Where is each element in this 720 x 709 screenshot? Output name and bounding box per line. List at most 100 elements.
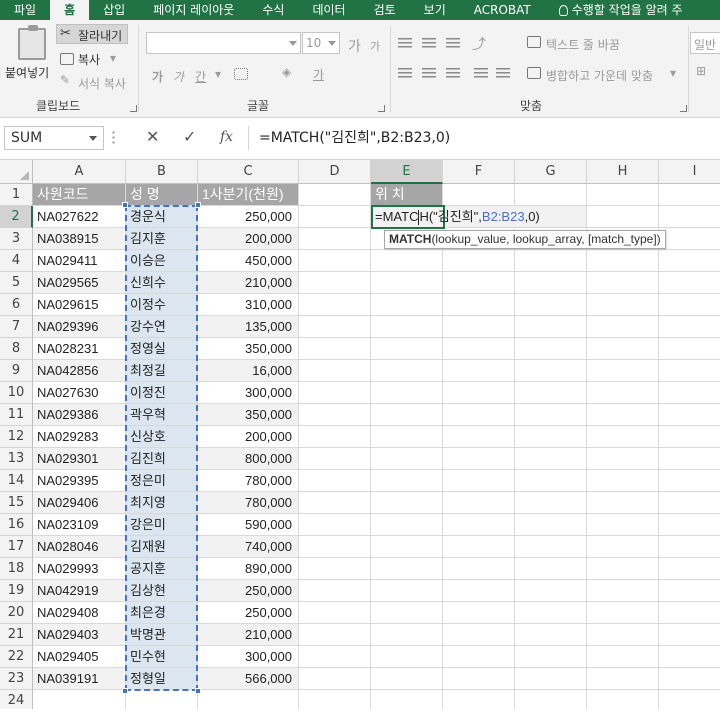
sales-cell[interactable]: 890,000 [198, 558, 299, 580]
sales-cell[interactable]: 350,000 [198, 338, 299, 360]
row-header[interactable]: 11 [0, 404, 33, 426]
grid-cell[interactable] [299, 514, 371, 536]
column-header[interactable]: D [299, 160, 371, 184]
currency-icon[interactable]: ⊞ [696, 64, 706, 78]
grid-cell[interactable] [371, 668, 443, 690]
grid-cell[interactable] [659, 294, 720, 316]
grid-cell[interactable] [299, 668, 371, 690]
grid-cell[interactable] [587, 316, 659, 338]
grid-cell[interactable] [443, 404, 515, 426]
grid-cell[interactable] [443, 580, 515, 602]
grid-cell[interactable] [443, 690, 515, 709]
grid-cell[interactable] [443, 272, 515, 294]
grid-cell[interactable] [587, 360, 659, 382]
grid-cell[interactable] [587, 514, 659, 536]
grid-cell[interactable] [443, 646, 515, 668]
menu-tab[interactable]: 홈 [50, 0, 90, 20]
grid-cell[interactable] [587, 184, 659, 206]
grid-cell[interactable] [443, 294, 515, 316]
row-header[interactable]: 24 [0, 690, 33, 709]
menu-tab[interactable]: ACROBAT [460, 0, 545, 20]
column-header[interactable]: I [659, 160, 720, 184]
row-header[interactable]: 4 [0, 250, 33, 272]
formula-input[interactable]: =MATCH("김진희",B2:B23,0) [248, 126, 720, 150]
range-handle[interactable] [195, 202, 201, 208]
grid-cell[interactable] [659, 448, 720, 470]
column-header[interactable]: C [198, 160, 299, 184]
grid-cell[interactable] [443, 624, 515, 646]
sales-cell[interactable]: 210,000 [198, 624, 299, 646]
grid-cell[interactable] [587, 624, 659, 646]
row-header[interactable]: 1 [0, 184, 33, 206]
grid-cell[interactable] [659, 536, 720, 558]
grid-cell[interactable] [443, 492, 515, 514]
grid-cell[interactable] [587, 668, 659, 690]
row-header[interactable]: 7 [0, 316, 33, 338]
employee-code-cell[interactable]: NA029386 [33, 404, 126, 426]
grid-cell[interactable] [659, 272, 720, 294]
grid-cell[interactable] [299, 558, 371, 580]
row-header[interactable]: 16 [0, 514, 33, 536]
menu-tab[interactable]: 보기 [410, 0, 460, 20]
grid-cell[interactable] [371, 624, 443, 646]
grid-cell[interactable] [659, 316, 720, 338]
grid-cell[interactable] [371, 360, 443, 382]
grid-cell[interactable] [515, 404, 587, 426]
grid-cell[interactable] [371, 250, 443, 272]
grid-cell[interactable] [299, 184, 371, 206]
grid-cell[interactable] [371, 580, 443, 602]
sales-cell[interactable]: 780,000 [198, 492, 299, 514]
sales-cell[interactable]: 210,000 [198, 272, 299, 294]
sales-cell[interactable]: 250,000 [198, 206, 299, 228]
sales-cell[interactable]: 350,000 [198, 404, 299, 426]
grid-cell[interactable] [659, 514, 720, 536]
align-bottom-icon[interactable] [446, 38, 460, 49]
menu-tab[interactable]: 파일 [0, 0, 50, 20]
grid-cell[interactable] [659, 360, 720, 382]
employee-code-cell[interactable]: NA027630 [33, 382, 126, 404]
grid-cell[interactable] [587, 294, 659, 316]
insert-function-icon[interactable]: fx [220, 129, 233, 145]
grid-cell[interactable] [299, 360, 371, 382]
employee-code-cell[interactable]: NA042919 [33, 580, 126, 602]
header-cell-name[interactable]: 성 명 [126, 184, 198, 206]
orientation-icon[interactable]: ⤴ [472, 34, 486, 54]
employee-code-cell[interactable]: NA029396 [33, 316, 126, 338]
menu-tab[interactable]: 수식 [248, 0, 298, 20]
grid-cell[interactable] [659, 184, 720, 206]
align-left-icon[interactable] [398, 68, 412, 79]
grid-cell[interactable] [587, 272, 659, 294]
sales-cell[interactable]: 780,000 [198, 470, 299, 492]
sales-cell[interactable]: 200,000 [198, 228, 299, 250]
grid-cell[interactable] [515, 382, 587, 404]
range-handle[interactable] [122, 202, 128, 208]
grid-cell[interactable] [371, 294, 443, 316]
grid-cell[interactable] [299, 404, 371, 426]
grid-cell[interactable] [515, 448, 587, 470]
row-header[interactable]: 15 [0, 492, 33, 514]
borders-icon[interactable] [234, 68, 248, 80]
grid-cell[interactable] [371, 382, 443, 404]
grid-cell[interactable] [659, 602, 720, 624]
column-header[interactable]: A [33, 160, 126, 184]
grid-cell[interactable] [587, 448, 659, 470]
grid-cell[interactable] [515, 426, 587, 448]
sales-cell[interactable]: 310,000 [198, 294, 299, 316]
employee-code-cell[interactable]: NA023109 [33, 514, 126, 536]
grid-cell[interactable] [299, 316, 371, 338]
employee-code-cell[interactable]: NA029615 [33, 294, 126, 316]
grid-cell[interactable] [371, 492, 443, 514]
align-middle-icon[interactable] [422, 38, 436, 49]
grid-cell[interactable] [515, 624, 587, 646]
grid-cell[interactable] [299, 602, 371, 624]
employee-code-cell[interactable]: NA028231 [33, 338, 126, 360]
formula-bar-grip[interactable] [112, 130, 115, 146]
grid-cell[interactable] [299, 690, 371, 709]
header-cell-position[interactable]: 위 치 [371, 184, 443, 206]
grid-cell[interactable] [299, 624, 371, 646]
grid-cell[interactable] [515, 294, 587, 316]
paste-icon[interactable] [18, 25, 46, 60]
row-header[interactable]: 12 [0, 426, 33, 448]
grid-cell[interactable] [443, 250, 515, 272]
grid-cell[interactable] [371, 536, 443, 558]
